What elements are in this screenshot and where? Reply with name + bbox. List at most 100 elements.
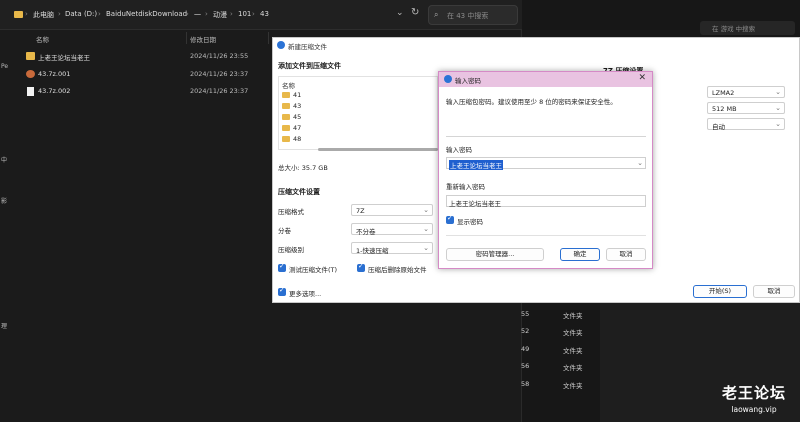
list-item-type: 文件夹 (563, 347, 583, 355)
split-label: 分卷 (278, 227, 291, 235)
list-item-number: 55 (521, 310, 530, 318)
refresh-icon[interactable]: ↻ (411, 7, 419, 18)
list-item-label: 41 (293, 91, 302, 99)
breadcrumb-this-pc[interactable]: 此电脑 (33, 10, 54, 20)
dialog-titlebar[interactable]: 新建压缩文件 (273, 38, 799, 52)
list-header: 名称 (282, 82, 295, 90)
breadcrumb-drive[interactable]: Data (D:) (65, 10, 97, 18)
list-item[interactable]: 48 (282, 135, 301, 143)
list-item-type: 文件夹 (563, 312, 583, 320)
chevron-right-icon: › (252, 10, 255, 18)
column-header-date[interactable]: 修改日期 (190, 34, 216, 44)
password-dialog: 输入密码 ✕ 输入压缩包密码。建议使用至少 8 位的密码来保证安全性。 输入密码… (438, 71, 653, 269)
password-manager-button[interactable]: 密码管理器... (446, 248, 544, 261)
list-item[interactable]: 41 (282, 91, 301, 99)
chevron-right-icon: › (25, 10, 28, 18)
level-value: 1-快速压缩 (356, 247, 389, 255)
method-value: LZMA2 (712, 89, 735, 97)
nav-item-ying[interactable]: 影 (1, 196, 7, 205)
file-list[interactable]: 名称 41 43 45 47 48 (278, 76, 438, 150)
more-options-checkbox[interactable] (278, 286, 286, 296)
chevron-down-icon: ⌄ (775, 88, 781, 96)
password-label: 输入密码 (446, 146, 472, 154)
file-date: 2024/11/26 23:37 (190, 87, 249, 95)
show-password-checkbox[interactable] (446, 214, 454, 224)
list-item-label: 43 (293, 102, 302, 110)
file-name: 43.7z.001 (38, 70, 71, 78)
list-item-number: 49 (521, 345, 530, 353)
watermark-logo: 老王论坛 laowang.vip (708, 382, 800, 422)
file-name: 上老王论坛当老王 (38, 54, 90, 62)
delete-original-label: 压缩后删除原始文件 (368, 266, 427, 274)
list-item[interactable]: 47 (282, 124, 301, 132)
column-divider[interactable] (268, 32, 269, 44)
ok-button[interactable]: 确定 (560, 248, 600, 261)
folder-icon (282, 136, 290, 142)
chevron-down-icon[interactable]: ⌄ (637, 159, 643, 167)
navigation-pane: Pe 中 影 理 (0, 30, 12, 422)
threads-select[interactable]: 自动 ⌄ (707, 118, 785, 131)
list-item[interactable]: 45 (282, 113, 301, 121)
chevron-down-icon: ⌄ (775, 120, 781, 128)
chevron-right-icon: › (58, 10, 61, 18)
file-row[interactable]: 43.7z.001 2024/11/26 23:37 (14, 67, 274, 81)
folder-icon (282, 92, 290, 98)
dialog-description: 输入压缩包密码。建议使用至少 8 位的密码来保证安全性。 (446, 98, 617, 106)
dictionary-select[interactable]: 512 MB ⌄ (707, 102, 785, 114)
list-item-label: 48 (293, 135, 302, 143)
method-select[interactable]: LZMA2 ⌄ (707, 86, 785, 98)
total-size: 总大小: 35.7 GB (278, 164, 328, 172)
file-icon (27, 87, 34, 96)
file-row[interactable]: 上老王论坛当老王 2024/11/26 23:55 (14, 49, 274, 63)
split-select[interactable]: 不分卷 ⌄ (351, 223, 433, 236)
divider (446, 136, 646, 137)
dialog-titlebar[interactable]: 输入密码 ✕ (439, 72, 652, 87)
breadcrumb-download[interactable]: BaiduNetdiskDownload (106, 10, 187, 18)
column-divider[interactable] (186, 32, 187, 44)
breadcrumb-43[interactable]: 43 (260, 10, 269, 18)
background-search-input[interactable]: 在 游戏 中搜索 (700, 21, 795, 35)
address-bar[interactable]: › 此电脑 › Data (D:) › BaiduNetdiskDownload… (0, 0, 522, 30)
test-archive-label: 测试压缩文件(T) (289, 266, 338, 274)
section-title-settings: 压缩文件设置 (278, 188, 320, 196)
reenter-password-input[interactable]: 上老王论坛当老王 (446, 195, 646, 208)
list-item-label: 45 (293, 113, 302, 121)
cancel-button[interactable]: 取消 (606, 248, 646, 261)
list-item-number: 58 (521, 380, 530, 388)
search-placeholder: 在 43 中搜索 (447, 12, 489, 20)
file-row[interactable]: 43.7z.002 2024/11/26 23:37 (14, 84, 274, 98)
search-input[interactable]: ⌕ 在 43 中搜索 (428, 5, 518, 25)
chevron-right-icon: › (205, 10, 208, 18)
dialog-title: 新建压缩文件 (288, 43, 327, 51)
nav-item-zhong[interactable]: 中 (1, 155, 7, 164)
close-icon[interactable]: ✕ (638, 73, 646, 83)
breadcrumb-folder-1[interactable]: 一 (194, 10, 201, 20)
dialog-title: 输入密码 (455, 77, 481, 85)
test-archive-checkbox[interactable] (278, 262, 286, 272)
chevron-down-icon: ⌄ (775, 104, 781, 112)
list-item[interactable]: 43 (282, 102, 301, 110)
reenter-password-value: 上老王论坛当老王 (449, 200, 501, 208)
file-date: 2024/11/26 23:55 (190, 52, 249, 60)
folder-icon (282, 125, 290, 131)
nav-item-pe[interactable]: Pe (1, 63, 8, 70)
horizontal-scrollbar[interactable] (318, 148, 438, 151)
delete-original-checkbox[interactable] (357, 262, 365, 272)
nav-item-li[interactable]: 理 (1, 321, 7, 330)
level-select[interactable]: 1-快速压缩 ⌄ (351, 242, 433, 255)
breadcrumb-101[interactable]: 101 (238, 10, 251, 18)
threads-value: 自动 (712, 123, 725, 131)
split-value: 不分卷 (356, 228, 376, 236)
breadcrumb-anime[interactable]: 动漫 (213, 10, 227, 20)
format-select[interactable]: 7Z ⌄ (351, 204, 433, 216)
chevron-right-icon: › (230, 10, 233, 18)
chevron-down-icon[interactable]: ⌄ (396, 8, 404, 18)
reenter-password-label: 重新输入密码 (446, 183, 485, 191)
start-button[interactable]: 开始(S) (693, 285, 747, 298)
cancel-button[interactable]: 取消 (753, 285, 795, 298)
column-header-name[interactable]: 名称 (36, 34, 49, 44)
chevron-down-icon: ⌄ (423, 244, 429, 252)
more-options-label: 更多选项... (289, 290, 322, 298)
password-input[interactable]: 上老王论坛当老王 ⌄ (446, 157, 646, 170)
chevron-right-icon: › (98, 10, 101, 18)
